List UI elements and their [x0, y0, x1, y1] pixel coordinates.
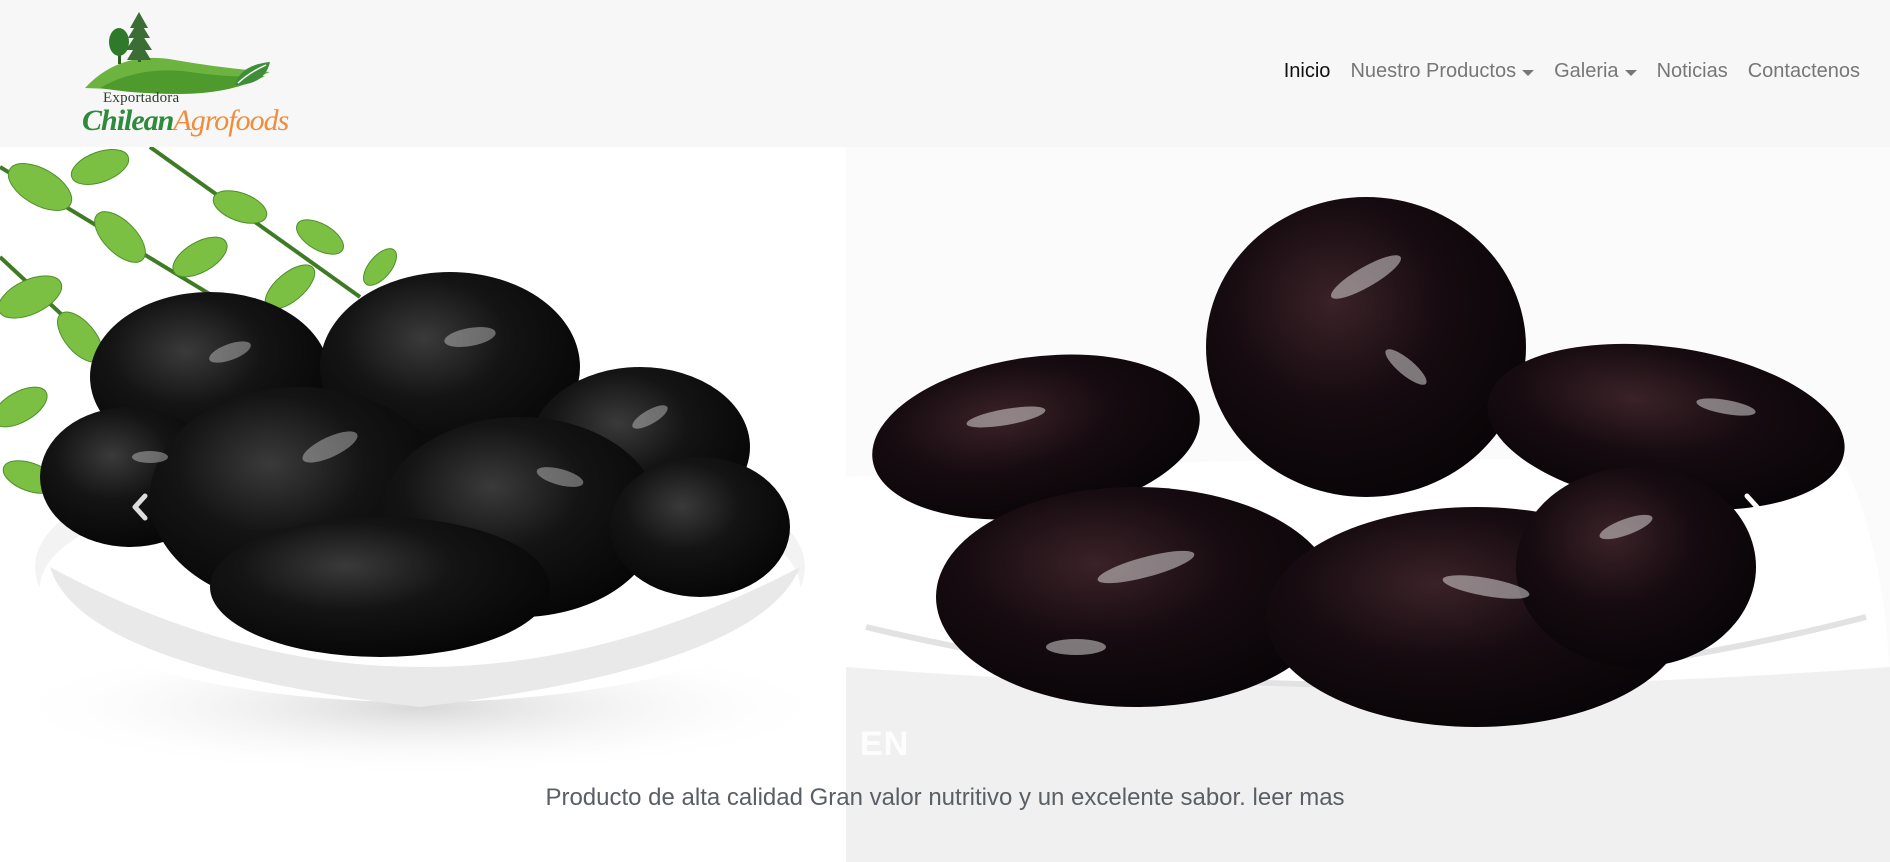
carousel-prev-button[interactable]	[120, 487, 160, 527]
slide-title: EN	[860, 725, 910, 763]
nav-item-label: Inicio	[1283, 59, 1331, 82]
nav-item-label: Nuestro Productos	[1350, 59, 1517, 82]
carousel-next-button[interactable]	[1732, 487, 1772, 527]
caret-down-icon	[1624, 69, 1637, 76]
nav-item-noticias[interactable]: Noticias	[1647, 60, 1738, 83]
logo-brand: ChileanAgrofoods	[82, 104, 289, 138]
slide-caption[interactable]: Producto de alta calidad Gran valor nutr…	[0, 784, 1890, 812]
nav-item-label: Noticias	[1656, 59, 1728, 82]
caret-down-icon	[1522, 69, 1535, 76]
chevron-right-icon	[1744, 493, 1760, 521]
nav-item-productos[interactable]: Nuestro Productos	[1340, 60, 1544, 83]
main-nav: Inicio Nuestro Productos Galeria Noticia…	[1274, 56, 1870, 86]
chevron-left-icon	[132, 493, 148, 521]
logo-brand-part1: Chilean	[82, 104, 174, 137]
nav-item-contactenos[interactable]: Contactenos	[1738, 60, 1870, 83]
company-logo[interactable]: Exportadora ChileanAgrofoods	[80, 10, 289, 137]
nav-item-inicio[interactable]: Inicio	[1274, 60, 1341, 83]
nav-item-label: Contactenos	[1747, 59, 1860, 82]
nav-item-galeria[interactable]: Galeria	[1544, 60, 1646, 83]
site-header: Exportadora ChileanAgrofoods Inicio Nues…	[0, 0, 1890, 147]
hero-carousel: EN Producto de alta calidad Gran valor n…	[0, 147, 1890, 862]
logo-brand-part2: Agrofoods	[173, 104, 289, 137]
nav-item-label: Galeria	[1554, 59, 1619, 82]
